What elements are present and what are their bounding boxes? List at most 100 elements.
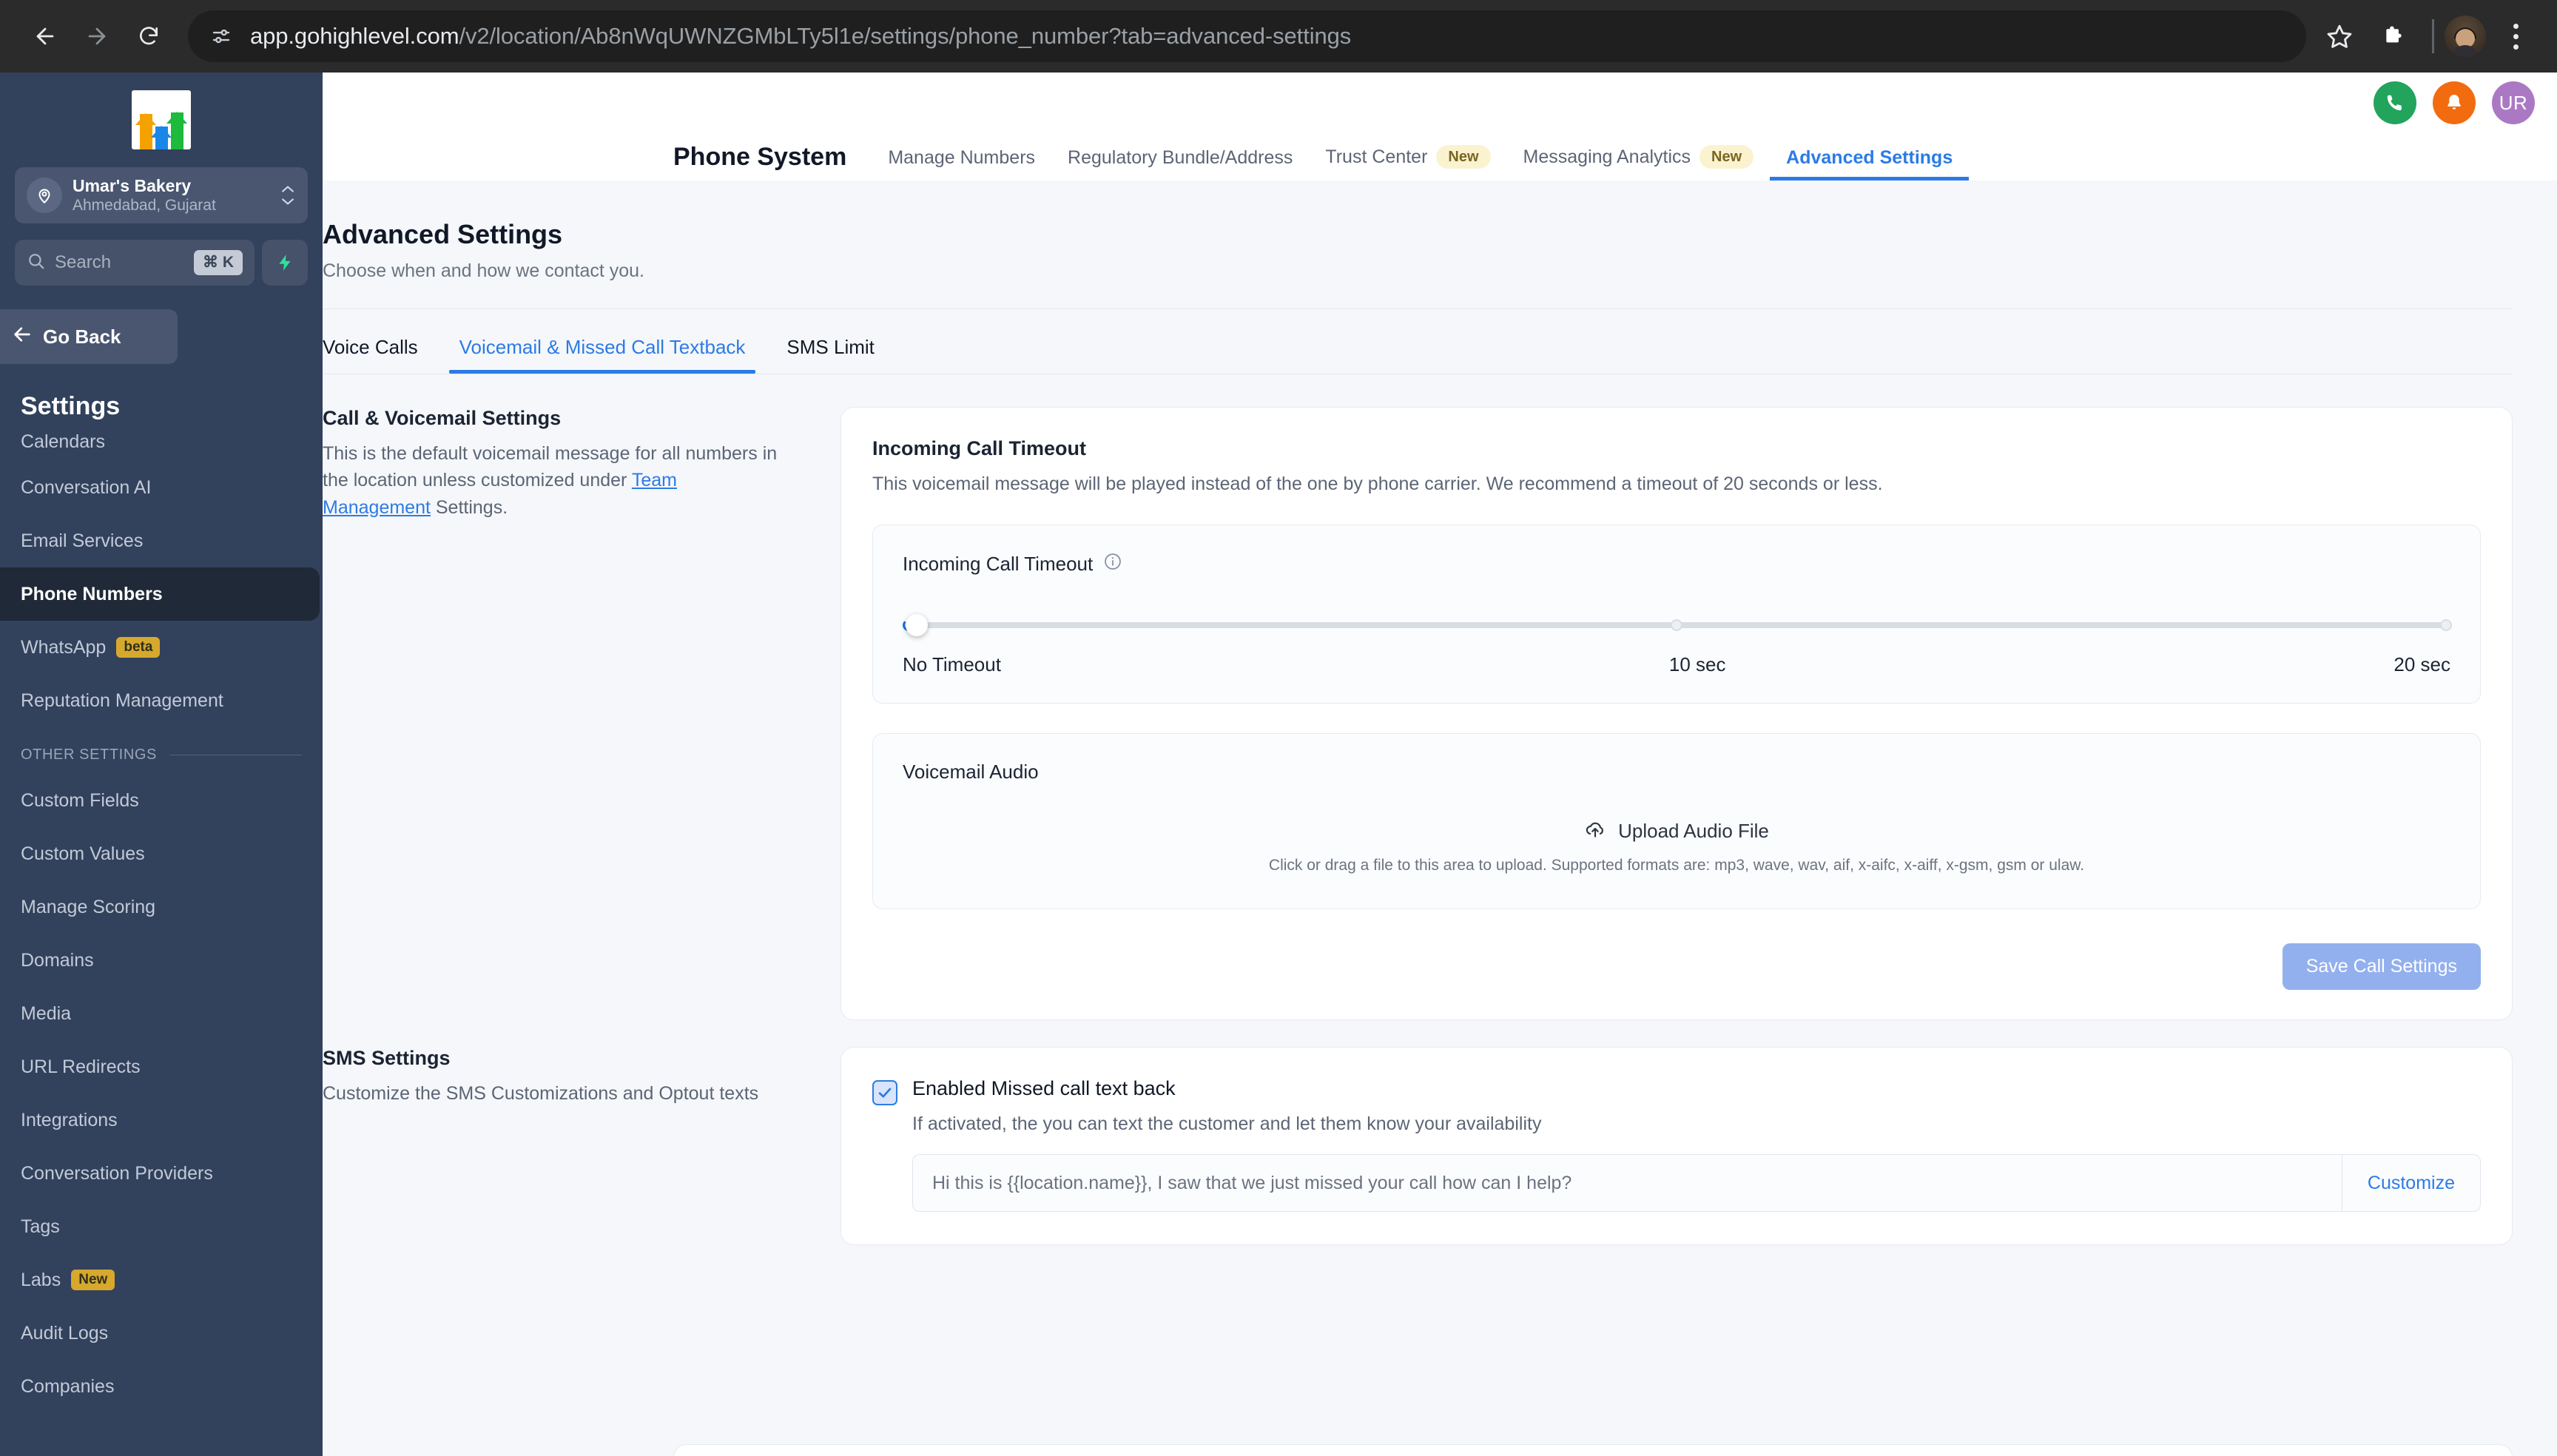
missed-call-message-input[interactable]: Hi this is {{location.name}}, I saw that… xyxy=(912,1154,2342,1212)
sidebar-item-label: Media xyxy=(21,1002,72,1024)
sidebar-item-label: Audit Logs xyxy=(21,1322,109,1344)
new-badge: New xyxy=(1699,145,1754,169)
sidebar-item-domains[interactable]: Domains xyxy=(0,934,323,987)
sidebar-search-row: Search ⌘ K xyxy=(15,240,308,286)
phone-icon[interactable] xyxy=(2374,81,2416,124)
app-logo[interactable] xyxy=(0,73,323,163)
location-switcher[interactable]: Umar's Bakery Ahmedabad, Gujarat xyxy=(15,167,308,223)
info-circle-icon[interactable] xyxy=(1103,552,1122,576)
tab-messaging-analytics[interactable]: Messaging Analytics New xyxy=(1507,145,1771,181)
tab-label: Manage Numbers xyxy=(888,147,1036,168)
search-shortcut-badge: ⌘ K xyxy=(194,249,243,276)
forward-arrow-icon[interactable] xyxy=(71,10,123,62)
tab-regulatory-bundle-address[interactable]: Regulatory Bundle/Address xyxy=(1051,147,1309,181)
slider-mid-marker xyxy=(1671,619,1682,631)
sidebar-item-labs[interactable]: Labs New xyxy=(0,1253,323,1307)
subtab-sms-limit[interactable]: SMS Limit xyxy=(766,326,895,374)
back-arrow-icon[interactable] xyxy=(19,10,71,62)
sidebar-item-tags[interactable]: Tags xyxy=(0,1200,323,1253)
sidebar-item-whatsapp[interactable]: WhatsApp beta xyxy=(0,621,323,674)
avatar-initials: UR xyxy=(2499,91,2528,114)
profile-avatar[interactable] xyxy=(2445,16,2486,57)
sidebar-item-custom-fields[interactable]: Custom Fields xyxy=(0,774,323,827)
subtab-label: Voicemail & Missed Call Textback xyxy=(459,336,746,358)
location-name: Umar's Bakery xyxy=(73,176,192,196)
tab-label: Advanced Settings xyxy=(1786,147,1953,168)
address-bar[interactable]: app.gohighlevel.com/v2/location/Ab8nWqUW… xyxy=(188,10,2306,62)
sidebar-item-label: URL Redirects xyxy=(21,1056,141,1077)
tab-manage-numbers[interactable]: Manage Numbers xyxy=(872,147,1051,181)
slider-end-marker xyxy=(2440,619,2452,631)
top-utility-bar: UR xyxy=(323,73,2557,133)
missed-call-textback-card: Enabled Missed call text back If activat… xyxy=(840,1047,2513,1245)
url-host: app.gohighlevel.com xyxy=(250,23,459,49)
slider-min-label: No Timeout xyxy=(903,653,1001,675)
subtab-voicemail-missed-call-textback[interactable]: Voicemail & Missed Call Textback xyxy=(439,326,767,374)
audio-upload-dropzone[interactable]: Upload Audio File Click or drag a file t… xyxy=(903,818,2450,882)
settings-content: Advanced Settings Choose when and how we… xyxy=(323,181,2557,1456)
toolbar-divider xyxy=(2432,19,2434,53)
sms-settings-section: SMS Settings Customize the SMS Customiza… xyxy=(323,1047,2513,1245)
sidebar-item-calendars[interactable]: Calendars xyxy=(0,431,323,461)
extensions-puzzle-icon[interactable] xyxy=(2365,10,2422,62)
sidebar-item-phone-numbers[interactable]: Phone Numbers xyxy=(0,567,320,621)
tab-trust-center[interactable]: Trust Center New xyxy=(1309,145,1506,181)
three-dot-menu-icon[interactable] xyxy=(2493,10,2538,62)
enable-missed-call-row[interactable]: Enabled Missed call text back If activat… xyxy=(872,1077,2481,1135)
beta-badge: beta xyxy=(116,636,161,658)
slider-thumb[interactable] xyxy=(906,614,928,636)
avatar[interactable]: UR xyxy=(2492,81,2535,124)
url-text: app.gohighlevel.com/v2/location/Ab8nWqUW… xyxy=(250,23,1351,50)
search-placeholder: Search xyxy=(55,252,112,272)
next-card-peek xyxy=(673,1444,2513,1456)
main-content: UR Phone System Manage Numbers Regulator… xyxy=(323,73,2557,1456)
checkbox-label: Enabled Missed call text back xyxy=(912,1077,1176,1099)
sidebar-item-label: Integrations xyxy=(21,1109,118,1130)
timeout-slider[interactable] xyxy=(903,614,2452,636)
timeout-slider-box: Incoming Call Timeout No Timeout 10 sec … xyxy=(872,525,2481,704)
upload-audio-file-button[interactable]: Upload Audio File xyxy=(1584,818,1769,845)
reload-icon[interactable] xyxy=(123,10,175,62)
lightning-bolt-icon[interactable] xyxy=(262,240,308,286)
sidebar-item-label: Manage Scoring xyxy=(21,896,156,917)
product-tabbar: Phone System Manage Numbers Regulatory B… xyxy=(323,133,2557,181)
sidebar-item-audit-logs[interactable]: Audit Logs xyxy=(0,1307,323,1360)
sidebar-item-label: Domains xyxy=(21,949,94,971)
bell-icon[interactable] xyxy=(2433,81,2476,124)
location-pin-icon xyxy=(27,178,62,213)
sidebar-item-conversation-providers[interactable]: Conversation Providers xyxy=(0,1147,323,1200)
sidebar-item-label: Calendars xyxy=(21,431,105,452)
sidebar-item-custom-values[interactable]: Custom Values xyxy=(0,827,323,880)
logo-arrow-orange xyxy=(135,101,156,149)
sidebar-item-email-services[interactable]: Email Services xyxy=(0,514,323,567)
search-icon xyxy=(27,252,46,274)
subtab-label: SMS Limit xyxy=(786,336,875,358)
card-title: Incoming Call Timeout xyxy=(872,437,1087,459)
call-section-desc: This is the default voicemail message fo… xyxy=(323,440,789,521)
sidebar-item-reputation-management[interactable]: Reputation Management xyxy=(0,674,323,727)
tab-advanced-settings[interactable]: Advanced Settings xyxy=(1770,147,1970,181)
chevron-up-down-icon[interactable] xyxy=(280,185,296,206)
page-title: Phone System xyxy=(673,143,847,171)
site-settings-icon[interactable] xyxy=(210,25,232,47)
sidebar-item-manage-scoring[interactable]: Manage Scoring xyxy=(0,880,323,934)
sidebar-item-label: Tags xyxy=(21,1216,60,1237)
sidebar-item-media[interactable]: Media xyxy=(0,987,323,1040)
enable-missed-call-checkbox[interactable] xyxy=(872,1080,897,1105)
sidebar-item-conversation-ai[interactable]: Conversation AI xyxy=(0,461,323,514)
logo-arrow-blue xyxy=(151,113,172,149)
sidebar-item-companies[interactable]: Companies xyxy=(0,1360,323,1413)
slider-label: Incoming Call Timeout xyxy=(903,553,1094,575)
section-heading: Advanced Settings xyxy=(323,219,563,249)
search-input[interactable]: Search ⌘ K xyxy=(15,240,255,286)
save-call-settings-button[interactable]: Save Call Settings xyxy=(2282,943,2481,990)
call-desc-part2: Settings. xyxy=(430,496,508,518)
sidebar-item-url-redirects[interactable]: URL Redirects xyxy=(0,1040,323,1093)
subtab-voice-calls[interactable]: Voice Calls xyxy=(323,326,439,374)
upload-label: Upload Audio File xyxy=(1618,820,1769,842)
star-icon[interactable] xyxy=(2314,10,2365,62)
sms-section-title: SMS Settings xyxy=(323,1047,451,1069)
go-back-button[interactable]: Go Back xyxy=(0,309,178,364)
sidebar-item-integrations[interactable]: Integrations xyxy=(0,1093,323,1147)
customize-button[interactable]: Customize xyxy=(2341,1154,2481,1212)
